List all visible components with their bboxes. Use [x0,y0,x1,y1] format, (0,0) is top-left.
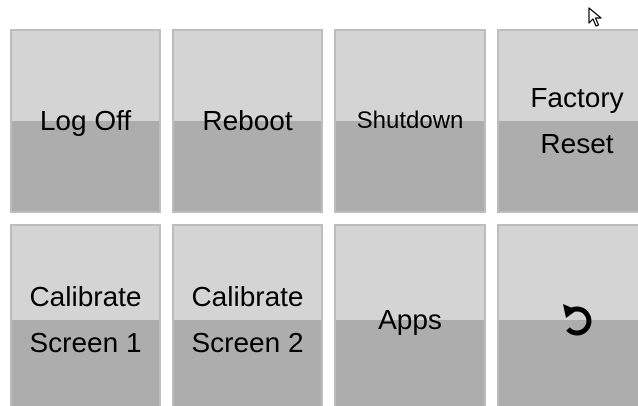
back-button[interactable] [497,224,638,406]
mouse-pointer-icon [588,7,604,29]
shutdown-label: Shutdown [356,107,464,134]
calibrate-screen-2-label-line-2: Screen 2 [191,327,304,358]
undo-arrow-icon [560,301,594,339]
apps-label: Apps [378,304,442,335]
reboot-button[interactable]: Reboot [172,29,323,213]
factory-reset-label-line-1: Factory [530,82,624,113]
calibrate-screen-1-label: Calibrate Screen 1 [29,274,141,366]
apps-button[interactable]: Apps [334,224,486,406]
calibrate-screen-2-button[interactable]: Calibrate Screen 2 [172,224,323,406]
calibrate-screen-1-label-line-1: Calibrate [29,281,142,312]
reboot-label: Reboot [202,105,293,136]
power-menu-screen: Log Off Reboot Shutdown Factory Reset Ca… [0,0,638,406]
calibrate-screen-2-label-line-1: Calibrate [191,281,304,312]
calibrate-screen-1-label-line-2: Screen 1 [29,327,142,358]
log-off-button[interactable]: Log Off [10,29,161,213]
calibrate-screen-2-label: Calibrate Screen 2 [191,274,303,366]
factory-reset-label-line-2: Reset [540,128,614,159]
factory-reset-label: Factory Reset [530,75,623,167]
factory-reset-button[interactable]: Factory Reset [497,29,638,213]
shutdown-button[interactable]: Shutdown [334,29,486,213]
log-off-label: Log Off [39,105,132,136]
calibrate-screen-1-button[interactable]: Calibrate Screen 1 [10,224,161,406]
